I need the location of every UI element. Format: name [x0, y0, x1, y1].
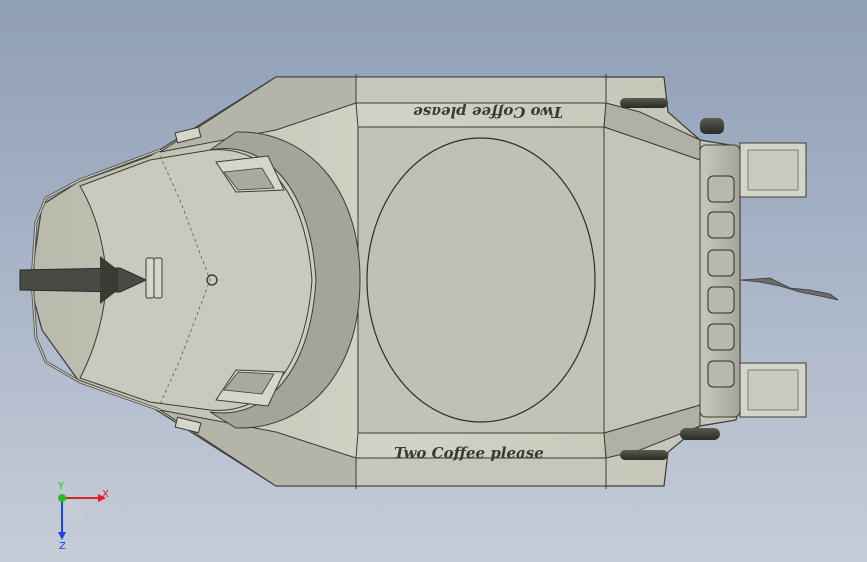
x-axis-label: X [102, 489, 109, 500]
hull-text-bottom: Two Coffee please [394, 444, 544, 462]
stern-tube-top [620, 98, 668, 108]
y-axis-label: Y [57, 481, 65, 492]
bow-anchor [19, 267, 148, 293]
hull-text-top: Two Coffee please [413, 103, 563, 121]
coordinate-triad: X Y Z [57, 481, 109, 550]
boat-model-top-view[interactable]: Two Coffee please Two Coffee please [0, 0, 867, 562]
top-gunwale [355, 76, 607, 104]
bottom-gunwale [355, 457, 607, 487]
bow-cleats [145, 257, 163, 299]
stern-rope [739, 277, 839, 301]
deck-oval-hatch [366, 137, 596, 423]
stern-platform-top [739, 142, 807, 198]
stern-tube-bottom-2 [680, 428, 720, 440]
stern-tube-top-2 [700, 118, 724, 134]
stern-tube-bottom [620, 450, 668, 460]
z-axis-label: Z [59, 541, 66, 550]
stern-platform-bottom [739, 362, 807, 418]
graphics-viewport[interactable]: Two Coffee please Two Coffee please X Y … [0, 0, 867, 562]
stern-side-panel [603, 126, 701, 434]
